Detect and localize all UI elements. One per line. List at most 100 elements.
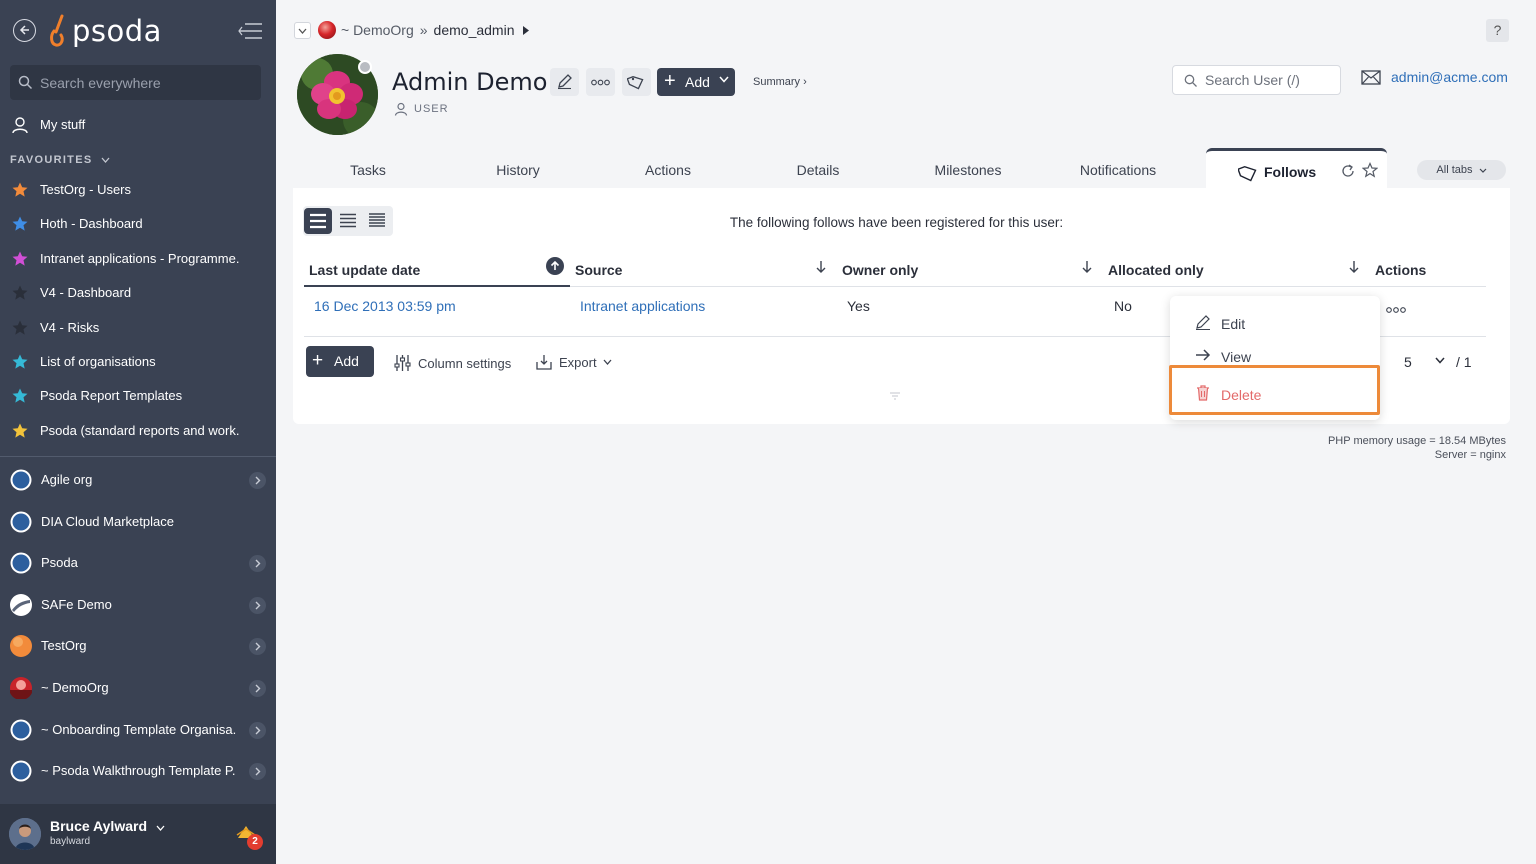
sidebar-item-my-stuff[interactable]: My stuff xyxy=(0,110,276,140)
favourites-heading[interactable]: FAVOURITES xyxy=(10,154,110,166)
chevron-down-icon xyxy=(1435,357,1445,364)
sort-arrow-icon[interactable] xyxy=(1081,260,1093,274)
search-user-input[interactable] xyxy=(1205,66,1335,94)
tag-icon xyxy=(627,76,644,90)
expand-org-button[interactable] xyxy=(249,680,266,697)
sidebar-org-item[interactable]: ~ Onboarding Template Organisa... xyxy=(0,712,276,748)
sidebar-org-label: Agile org xyxy=(41,472,93,487)
breadcrumb-org[interactable]: ~ DemoOrg xyxy=(341,22,414,38)
intro-text: The following follows have been register… xyxy=(729,215,1064,230)
chevron-down-icon xyxy=(603,359,612,365)
help-button[interactable]: ? xyxy=(1486,19,1509,42)
expand-org-button[interactable] xyxy=(249,763,266,781)
sort-arrow-icon[interactable] xyxy=(815,260,827,274)
more-options-button[interactable] xyxy=(586,68,615,96)
sidebar-favourite-item[interactable]: TestOrg - Users xyxy=(0,175,276,205)
sidebar-favourite-item[interactable]: Psoda Report Templates xyxy=(0,381,276,411)
sort-arrow-icon[interactable] xyxy=(1348,260,1360,274)
column-source[interactable]: Source xyxy=(575,262,622,278)
page-size-select[interactable]: 5 xyxy=(1386,346,1451,376)
sidebar-divider xyxy=(0,456,276,457)
menu-item-edit[interactable]: Edit xyxy=(1170,307,1380,337)
chevron-right-icon xyxy=(255,684,261,693)
resize-grip-icon[interactable] xyxy=(889,392,901,400)
sidebar-org-item[interactable]: TestOrg xyxy=(0,628,276,664)
export-dropdown[interactable]: Export xyxy=(536,354,619,370)
tab-actions[interactable]: Actions xyxy=(593,162,743,178)
tab-history[interactable]: History xyxy=(443,162,593,178)
column-settings-button[interactable]: Column settings xyxy=(394,354,511,372)
chevron-right-icon xyxy=(255,726,261,735)
sidebar-favourite-label: V4 - Dashboard xyxy=(40,285,132,301)
sidebar-favourite-item[interactable]: V4 - Risks xyxy=(0,313,276,343)
expand-org-button[interactable] xyxy=(249,472,266,489)
breadcrumb-toggle[interactable] xyxy=(294,21,311,39)
sidebar-org-item[interactable]: DIA Cloud Marketplace xyxy=(0,504,276,540)
column-allocated-only[interactable]: Allocated only xyxy=(1108,262,1204,278)
column-owner-only[interactable]: Owner only xyxy=(842,262,918,278)
add-follow-label: Add xyxy=(334,353,359,369)
user-name[interactable]: Bruce Aylward xyxy=(50,818,165,834)
menu-collapse-icon xyxy=(238,23,262,39)
cell-source[interactable]: Intranet applications xyxy=(580,298,705,314)
pencil-icon xyxy=(558,74,572,90)
back-button[interactable] xyxy=(13,19,36,42)
user-avatar[interactable] xyxy=(9,818,41,850)
compass-icon xyxy=(10,469,32,491)
chevron-right-icon xyxy=(255,601,261,610)
delete-highlight-box xyxy=(1169,365,1380,415)
add-button[interactable]: + Add xyxy=(657,68,735,96)
compass-icon xyxy=(10,511,32,533)
tab-notifications[interactable]: Notifications xyxy=(1043,162,1193,178)
tab-details[interactable]: Details xyxy=(743,162,893,178)
sidebar-org-item[interactable]: ~ Psoda Walkthrough Template P... xyxy=(0,753,276,789)
user-role-label: USER xyxy=(414,103,449,115)
refresh-icon[interactable] xyxy=(1341,164,1355,178)
summary-link[interactable]: Summary › xyxy=(753,76,807,88)
sidebar-favourite-label: Psoda (standard reports and work... xyxy=(40,422,240,438)
expand-org-button[interactable] xyxy=(249,638,266,656)
cell-last-update[interactable]: 16 Dec 2013 03:59 pm xyxy=(314,298,456,314)
sidebar-org-item[interactable]: Agile org xyxy=(0,462,276,498)
star-icon[interactable] xyxy=(1362,162,1378,178)
chevron-right-icon xyxy=(255,476,261,485)
expand-org-button[interactable] xyxy=(249,721,266,739)
sidebar-org-item[interactable]: Psoda xyxy=(0,545,276,581)
sidebar-org-label: Psoda xyxy=(41,555,78,571)
email-link[interactable]: admin@acme.com xyxy=(1391,69,1508,85)
psoda-logo-mark xyxy=(50,14,64,47)
sort-asc-icon[interactable] xyxy=(546,257,564,275)
tab-milestones[interactable]: Milestones xyxy=(893,162,1043,178)
sidebar-favourite-item[interactable]: Hoth - Dashboard xyxy=(0,209,276,239)
sidebar-header: psoda xyxy=(0,0,276,62)
sidebar-org-item[interactable]: SAFe Demo xyxy=(0,587,276,623)
sidebar-favourite-item[interactable]: V4 - Dashboard xyxy=(0,278,276,308)
sidebar-favourite-item[interactable]: List of organisations xyxy=(0,347,276,377)
all-tabs-dropdown[interactable]: All tabs xyxy=(1417,160,1506,180)
edit-button[interactable] xyxy=(550,68,579,96)
sidebar-org-item[interactable]: ~ DemoOrg xyxy=(0,670,276,706)
tab-tasks[interactable]: Tasks xyxy=(293,162,443,178)
tab-follows[interactable]: Follows xyxy=(1206,148,1387,190)
collapse-sidebar-button[interactable] xyxy=(237,22,263,45)
row-actions-button[interactable] xyxy=(1386,301,1406,319)
follow-button[interactable] xyxy=(622,68,651,96)
server-name: Server = nginx xyxy=(1434,449,1506,461)
expand-org-button[interactable] xyxy=(249,596,266,614)
sidebar-favourite-label: List of organisations xyxy=(40,354,156,369)
global-search-input[interactable] xyxy=(40,65,255,100)
tab-follows-label: Follows xyxy=(1264,164,1317,180)
expand-org-button[interactable] xyxy=(249,555,266,573)
caret-right-icon[interactable] xyxy=(522,25,530,35)
add-follow-button[interactable]: + Add xyxy=(306,346,374,377)
user-footer: Bruce Aylward baylward 2 xyxy=(0,804,276,864)
sidebar-favourite-item[interactable]: Psoda (standard reports and work... xyxy=(0,416,276,446)
psoda-logo[interactable]: psoda xyxy=(48,13,162,49)
column-last-update-date[interactable]: Last update date xyxy=(309,262,420,278)
star-icon xyxy=(12,182,28,197)
star-icon xyxy=(12,354,28,369)
star-icon xyxy=(12,320,28,335)
logo-text: psoda xyxy=(72,14,162,48)
sidebar-favourite-item[interactable]: Intranet applications - Programme... xyxy=(0,244,276,274)
page-title: Admin Demo xyxy=(392,68,548,96)
